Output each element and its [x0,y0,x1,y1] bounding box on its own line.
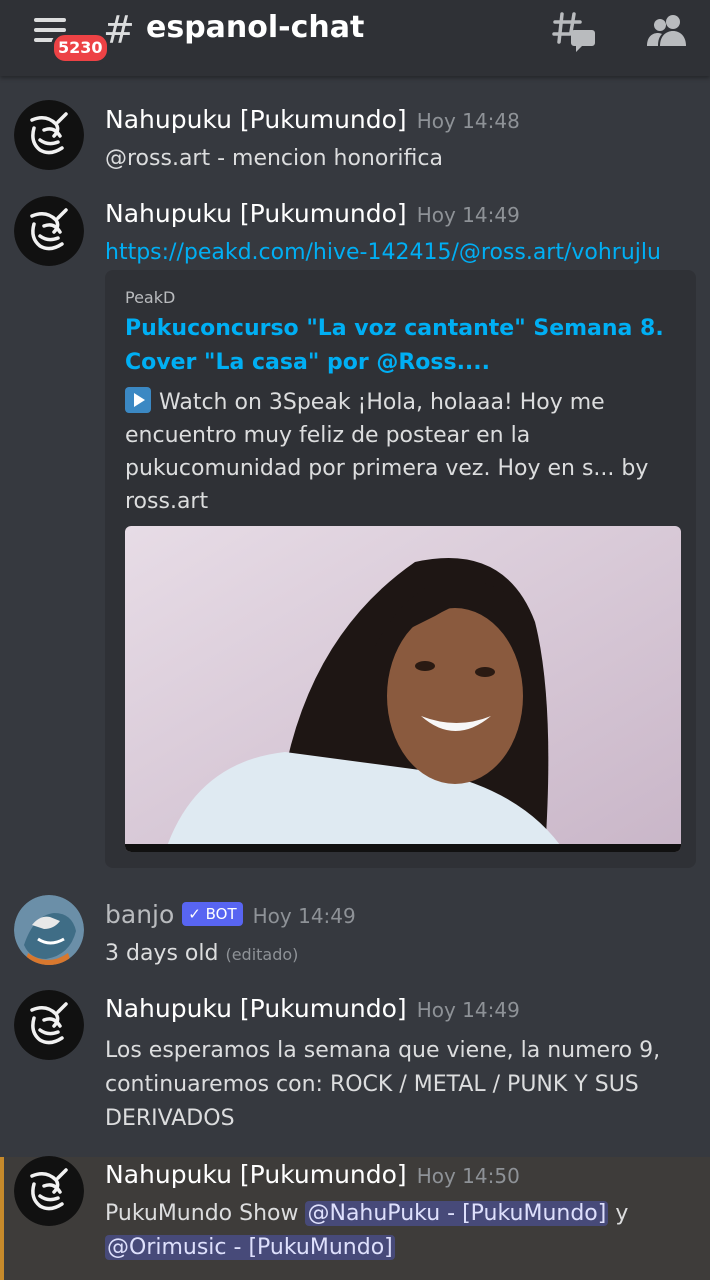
message-text: PukuMundo Show @NahuPuku - [PukuMundo] y… [105,1197,695,1265]
members-icon[interactable] [645,10,689,54]
timestamp: Hoy 14:49 [252,904,356,928]
timestamp: Hoy 14:48 [416,109,520,133]
message-text: 3 days old (editado) [105,937,695,972]
avatar[interactable] [14,100,84,170]
message-header: Nahupuku [Pukumundo] Hoy 14:49 [105,994,520,1023]
menu-button[interactable]: 5230 [24,12,110,64]
username[interactable]: Nahupuku [Pukumundo] [105,994,407,1023]
avatar-image [14,990,84,1060]
threads-icon[interactable] [552,10,596,54]
avatar-image [14,1156,84,1226]
edited-label: (editado) [225,945,299,964]
embed-description: Watch on 3Speak ¡Hola, holaaa! Hoy me en… [125,386,655,518]
message-body: 3 days old [105,941,219,966]
embed-thumbnail[interactable] [125,526,681,852]
avatar[interactable] [14,895,84,965]
message-header: banjo ✓ BOT Hoy 14:49 [105,900,356,929]
play-button-icon [125,387,151,413]
channel-hash-icon: # [103,8,135,52]
avatar[interactable] [14,1156,84,1226]
avatar-image [14,196,84,266]
message-header: Nahupuku [Pukumundo] Hoy 14:49 [105,199,520,228]
timestamp: Hoy 14:49 [416,203,520,227]
message-text: Los esperamos la semana que viene, la nu… [105,1038,661,1131]
message-body-prefix: PukuMundo Show [105,1201,306,1226]
message-header: Nahupuku [Pukumundo] Hoy 14:50 [105,1160,520,1189]
channel-header: 5230 # espanol-chat [0,0,710,76]
username[interactable]: Nahupuku [Pukumundo] [105,105,407,134]
timestamp: Hoy 14:49 [416,998,520,1022]
message-link[interactable]: https://peakd.com/hive-142415/@ross.art/… [105,240,661,265]
username[interactable]: Nahupuku [Pukumundo] [105,199,407,228]
message-text: @ross.art - mencion honorifica [105,146,443,171]
timestamp: Hoy 14:50 [416,1164,520,1188]
message-header: Nahupuku [Pukumundo] Hoy 14:48 [105,105,520,134]
bot-tag: ✓ BOT [182,902,243,926]
avatar-image [14,895,84,965]
username[interactable]: banjo [105,900,174,929]
avatar-image [14,100,84,170]
mention-highlight-bar [0,1157,4,1280]
thumbnail-photo [125,526,681,852]
embed-title[interactable]: Pukuconcurso "La voz cantante" Semana 8.… [125,312,681,380]
username[interactable]: Nahupuku [Pukumundo] [105,1160,407,1189]
message-body-mid: y [608,1201,629,1226]
channel-name: espanol-chat [146,10,365,45]
unread-badge: 5230 [51,32,110,64]
avatar[interactable] [14,196,84,266]
avatar[interactable] [14,990,84,1060]
message-text: https://peakd.com/hive-142415/@ross.art/… [105,236,695,270]
embed-description-text: Watch on 3Speak ¡Hola, holaaa! Hoy me en… [125,390,649,514]
embed-provider[interactable]: PeakD [125,288,175,307]
user-mention[interactable]: @Orimusic - [PukuMundo] [105,1235,395,1260]
user-mention[interactable]: @NahuPuku - [PukuMundo] [305,1201,609,1226]
link-embed: PeakD Pukuconcurso "La voz cantante" Sem… [105,270,696,868]
